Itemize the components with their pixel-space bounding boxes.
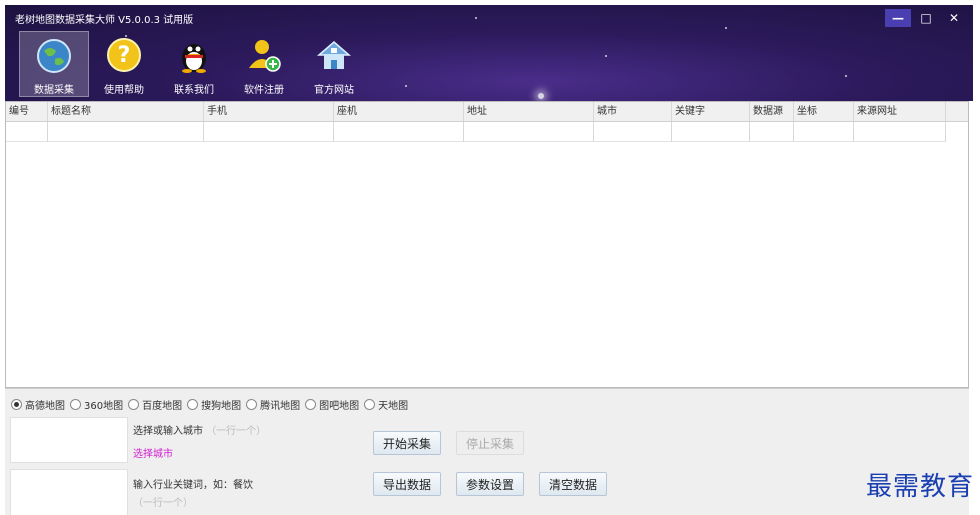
- keyword-input[interactable]: [10, 469, 128, 515]
- results-table[interactable]: 编号 标题名称 手机 座机 地址 城市 关键字 数据源 坐标 来源网址: [5, 101, 969, 388]
- home-icon: [314, 35, 354, 75]
- glow-star: [538, 93, 544, 99]
- radio-label: 腾讯地图: [260, 401, 301, 412]
- column-header[interactable]: 座机: [334, 102, 464, 121]
- radio-button[interactable]: [246, 399, 258, 410]
- penguin-icon: [174, 35, 214, 75]
- radio-button[interactable]: [305, 399, 317, 410]
- radio-button[interactable]: [364, 399, 376, 410]
- star: [845, 75, 847, 77]
- radio-tianditu-map[interactable]: 天地图: [364, 397, 408, 412]
- table-cell: [854, 122, 946, 142]
- tool-label: 软件注册: [244, 85, 284, 96]
- radio-button[interactable]: [70, 399, 81, 410]
- export-data-button[interactable]: 导出数据: [373, 472, 441, 496]
- stop-collect-button[interactable]: 停止采集: [456, 431, 524, 455]
- question-icon: ?: [104, 35, 144, 75]
- city-input[interactable]: [10, 417, 128, 463]
- city-label: 选择或输入城市 （一行一个）: [133, 422, 266, 437]
- column-header[interactable]: 地址: [464, 102, 594, 121]
- radio-tencent-map[interactable]: 腾讯地图: [246, 397, 300, 412]
- tool-register[interactable]: 软件注册: [229, 31, 299, 97]
- radio-button[interactable]: [128, 399, 140, 410]
- column-header[interactable]: 来源网址: [854, 102, 946, 121]
- radio-baidu-map[interactable]: 百度地图: [128, 397, 182, 412]
- radio-button[interactable]: [11, 399, 22, 410]
- table-row[interactable]: [6, 122, 968, 142]
- tool-help[interactable]: ? 使用帮助: [89, 31, 159, 97]
- city-label-text: 选择或输入城市: [133, 426, 203, 437]
- city-hint: （一行一个）: [206, 426, 267, 437]
- svg-text:?: ?: [118, 43, 131, 68]
- tool-data-collect[interactable]: 数据采集: [19, 31, 89, 97]
- window-controls: — □ ✕: [885, 9, 967, 27]
- column-header[interactable]: 手机: [204, 102, 334, 121]
- table-cell: [750, 122, 794, 142]
- header-banner: 老树地图数据采集大师 V5.0.0.3 试用版 — □ ✕ 数据采集 ? 使用帮…: [5, 5, 973, 101]
- radio-label: 图吧地图: [319, 401, 360, 412]
- tool-website[interactable]: 官方网站: [299, 31, 369, 97]
- clear-data-button[interactable]: 清空数据: [539, 472, 607, 496]
- radio-gaode-map[interactable]: 高德地图: [11, 397, 65, 412]
- user-add-icon: [244, 35, 284, 75]
- table-cell: [6, 122, 48, 142]
- window-title: 老树地图数据采集大师 V5.0.0.3 试用版: [15, 15, 194, 26]
- maximize-button[interactable]: □: [913, 9, 939, 27]
- radio-mapbar-map[interactable]: 图吧地图: [305, 397, 359, 412]
- column-header[interactable]: 坐标: [794, 102, 854, 121]
- star: [405, 85, 407, 87]
- column-header[interactable]: 城市: [594, 102, 672, 121]
- keyword-label: 输入行业关键词，如：餐饮: [133, 480, 253, 491]
- tool-label: 官方网站: [314, 85, 354, 96]
- column-header[interactable]: 关键字: [672, 102, 750, 121]
- globe-icon: [34, 36, 74, 75]
- radio-360-map[interactable]: 360地图: [70, 397, 123, 412]
- close-button[interactable]: ✕: [941, 9, 967, 27]
- map-source-group: 高德地图 360地图 百度地图 搜狗地图 腾讯地图 图吧地图 天地图: [11, 397, 413, 412]
- table-cell: [672, 122, 750, 142]
- radio-label: 搜狗地图: [201, 401, 242, 412]
- column-header[interactable]: 数据源: [750, 102, 794, 121]
- minimize-button[interactable]: —: [885, 9, 911, 27]
- table-cell: [464, 122, 594, 142]
- column-header[interactable]: 标题名称: [48, 102, 204, 121]
- star: [475, 17, 477, 19]
- star: [725, 27, 727, 29]
- table-cell: [794, 122, 854, 142]
- start-collect-button[interactable]: 开始采集: [373, 431, 441, 455]
- tool-contact[interactable]: 联系我们: [159, 31, 229, 97]
- column-header[interactable]: 编号: [6, 102, 48, 121]
- table-cell: [334, 122, 464, 142]
- radio-label: 天地图: [378, 401, 409, 412]
- settings-button[interactable]: 参数设置: [456, 472, 524, 496]
- radio-sogou-map[interactable]: 搜狗地图: [187, 397, 241, 412]
- control-panel: 高德地图 360地图 百度地图 搜狗地图 腾讯地图 图吧地图 天地图 选择或输入…: [5, 388, 969, 515]
- radio-label: 360地图: [84, 401, 124, 412]
- radio-button[interactable]: [187, 399, 199, 410]
- tool-label: 联系我们: [174, 85, 214, 96]
- tool-label: 数据采集: [34, 85, 74, 96]
- table-cell: [594, 122, 672, 142]
- keyword-hint: （一行一个）: [133, 498, 193, 509]
- table-cell: [204, 122, 334, 142]
- select-city-link[interactable]: 选择城市: [133, 445, 173, 460]
- main-toolbar: 数据采集 ? 使用帮助 联系我们 软件注册 官方网站: [19, 31, 369, 97]
- radio-label: 百度地图: [142, 401, 183, 412]
- table-cell: [48, 122, 204, 142]
- table-header: 编号 标题名称 手机 座机 地址 城市 关键字 数据源 坐标 来源网址: [6, 102, 968, 122]
- radio-label: 高德地图: [25, 401, 65, 412]
- watermark: 最需教育: [865, 472, 974, 502]
- tool-label: 使用帮助: [104, 85, 144, 96]
- star: [605, 55, 607, 57]
